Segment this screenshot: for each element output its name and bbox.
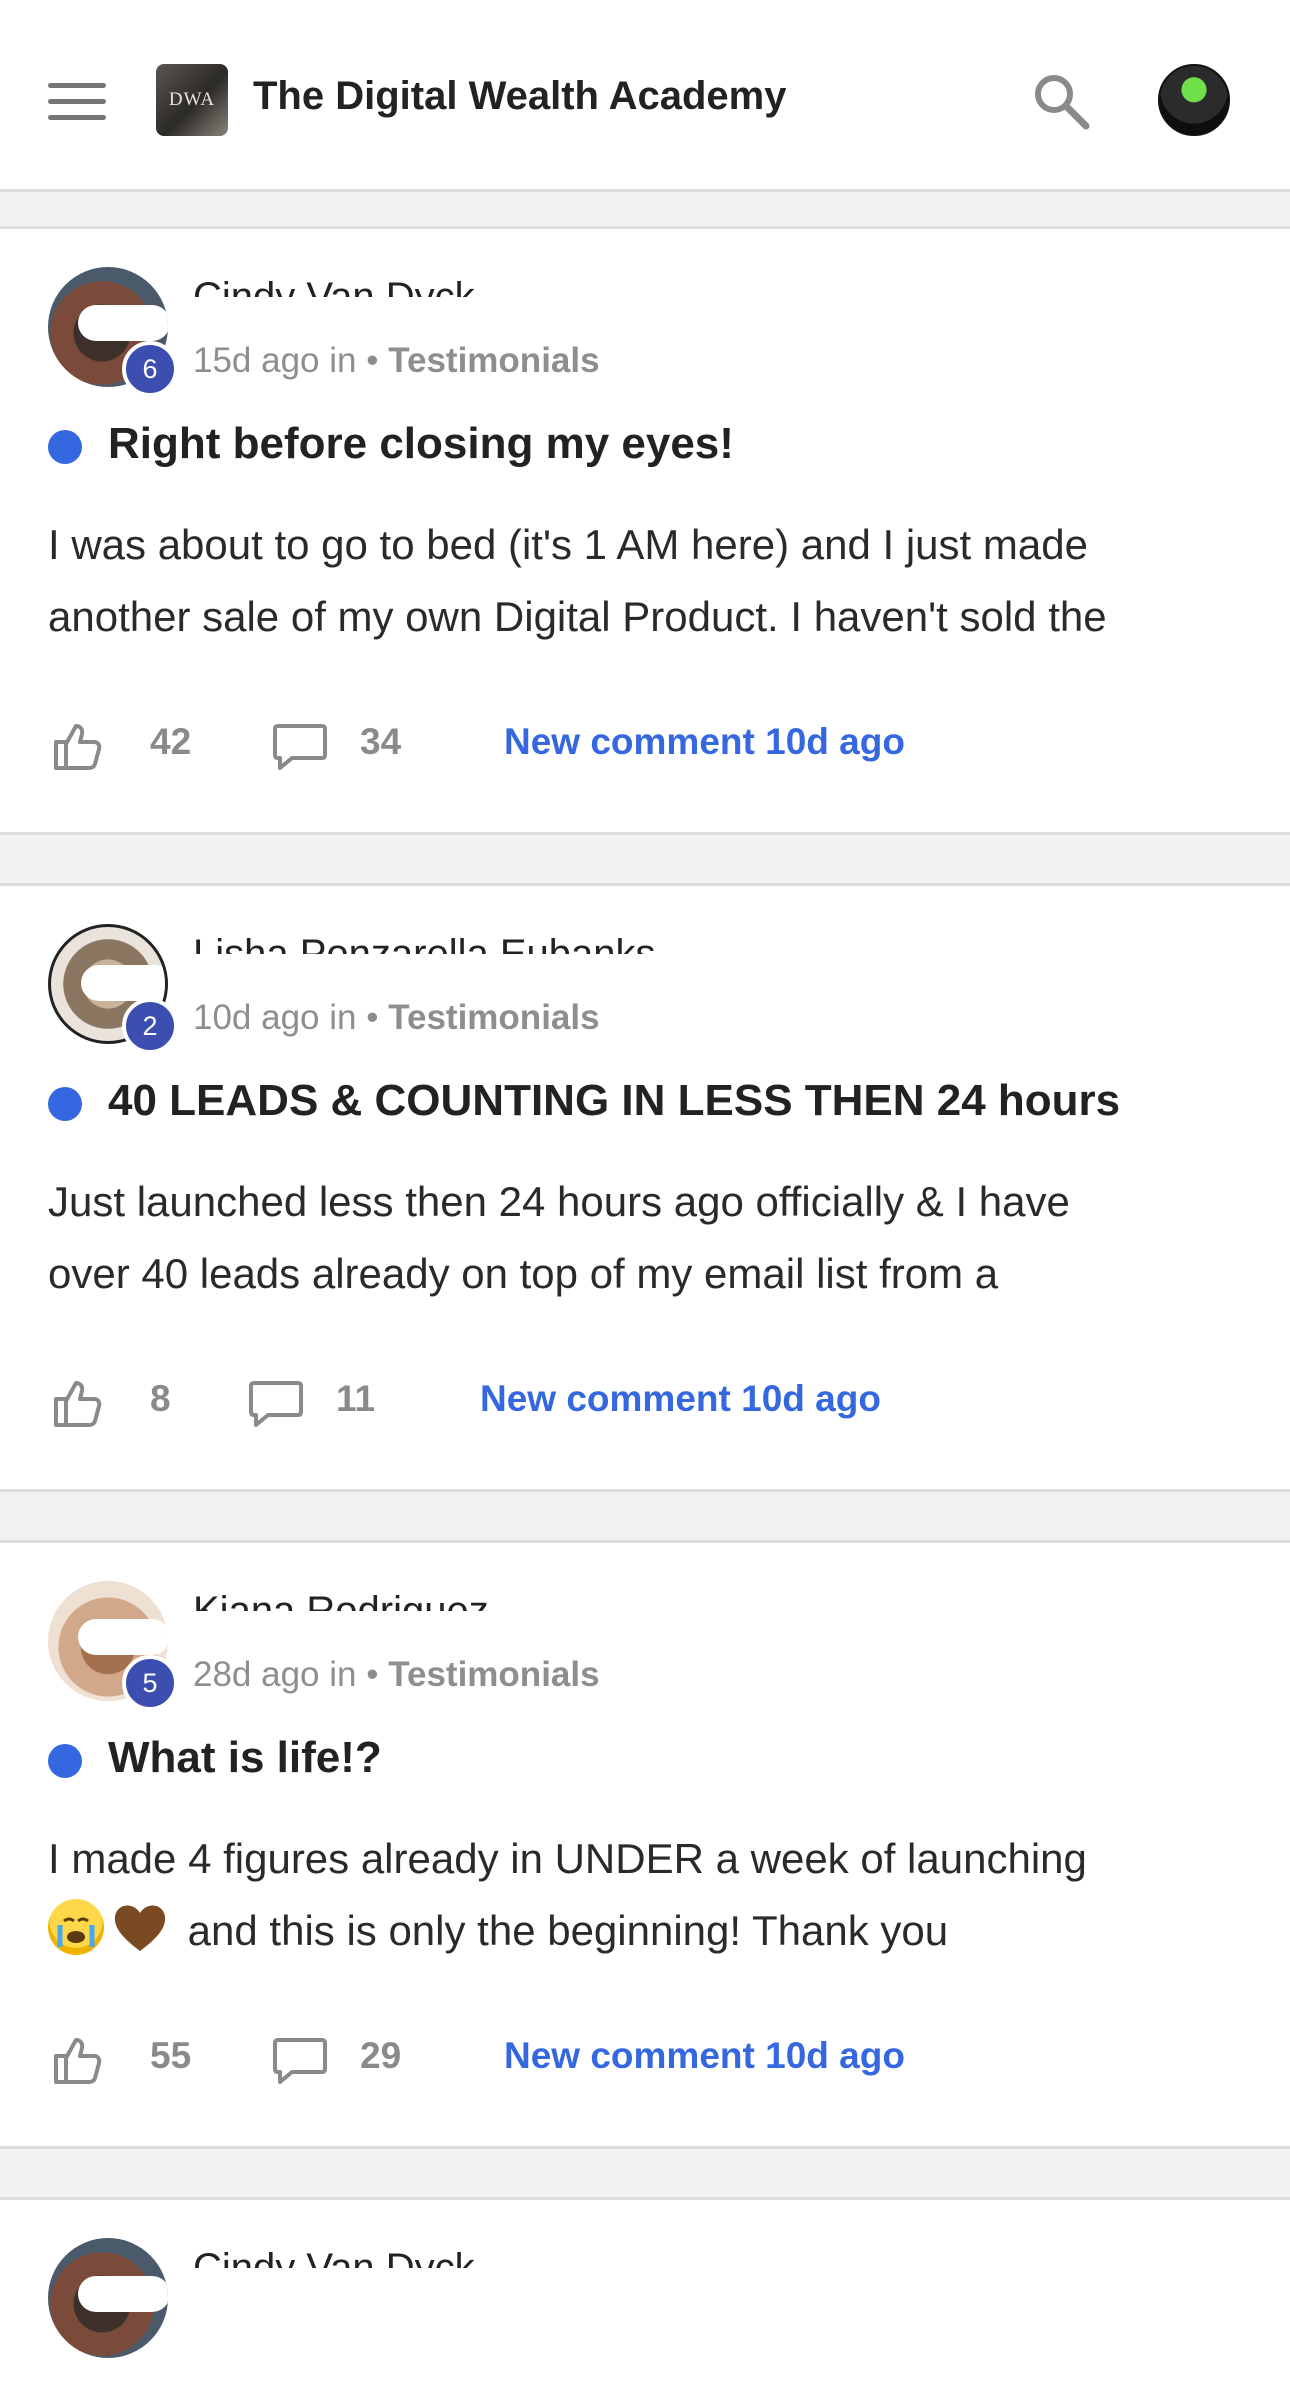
search-icon[interactable] (1030, 70, 1092, 132)
post-meta: 15d ago in • Testimonials (193, 341, 600, 381)
separator: • (366, 998, 379, 1037)
level-badge: 5 (122, 1655, 178, 1711)
category-link[interactable]: Testimonials (388, 998, 599, 1037)
post-time: 10d ago in (193, 998, 357, 1037)
like-count: 42 (150, 721, 192, 762)
menu-icon[interactable] (48, 83, 106, 121)
category-link[interactable]: Testimonials (388, 1655, 599, 1694)
post-card[interactable]: Cindy Van Dyck (0, 2197, 1290, 2397)
unread-indicator (48, 1087, 82, 1121)
post-meta: 10d ago in • Testimonials (193, 998, 600, 1038)
author-name[interactable]: Cindy Van Dyck (193, 267, 475, 297)
post-excerpt-line: another sale of my own Digital Product. … (48, 593, 1107, 640)
community-logo[interactable]: DWA (156, 64, 228, 136)
comment-count: 34 (360, 721, 402, 762)
post-title[interactable]: Right before closing my eyes! (108, 419, 734, 469)
post-excerpt-line: and this is only the beginning! Thank yo… (48, 1895, 1248, 1967)
post-card[interactable]: 5 Kiana Rodriguez 28d ago in • Testimoni… (0, 1540, 1290, 2149)
post-time: 28d ago in (193, 1655, 357, 1694)
level-badge: 2 (122, 998, 178, 1054)
brown-heart-emoji (110, 1899, 170, 1955)
unread-indicator (48, 430, 82, 464)
post-excerpt-text: and this is only the beginning! Thank yo… (187, 1907, 949, 1954)
post-card[interactable]: 6 Cindy Van Dyck 15d ago in • Testimonia… (0, 226, 1290, 835)
author-name[interactable]: Cindy Van Dyck (193, 2238, 475, 2268)
post-excerpt[interactable]: Just launched less then 24 hours ago off… (48, 1166, 1248, 1310)
new-comment-link[interactable]: New comment 10d ago (504, 721, 905, 763)
community-title[interactable]: The Digital Wealth Academy (253, 74, 786, 119)
crying-face-emoji (48, 1899, 104, 1955)
separator: • (366, 1655, 379, 1694)
like-icon[interactable] (50, 718, 106, 774)
post-card[interactable]: 2 Lisha Ponzarella Eubanks 10d ago in • … (0, 883, 1290, 1492)
post-excerpt[interactable]: I made 4 figures already in UNDER a week… (48, 1823, 1248, 1967)
like-count: 8 (150, 1378, 171, 1419)
like-count: 55 (150, 2035, 192, 2076)
like-icon[interactable] (50, 2032, 106, 2088)
like-icon[interactable] (50, 1375, 106, 1431)
author-name[interactable]: Lisha Ponzarella Eubanks (193, 924, 656, 954)
post-title[interactable]: 40 LEADS & COUNTING IN LESS THEN 24 hour… (108, 1076, 1120, 1126)
post-excerpt-line: Just launched less then 24 hours ago off… (48, 1178, 1070, 1225)
post-title[interactable]: What is life!? (108, 1733, 382, 1783)
post-excerpt-line: I made 4 figures already in UNDER a week… (48, 1835, 1087, 1882)
category-link[interactable]: Testimonials (388, 341, 599, 380)
post-excerpt-line: I was about to go to bed (it's 1 AM here… (48, 521, 1088, 568)
comment-count: 11 (336, 1378, 376, 1419)
post-excerpt[interactable]: I was about to go to bed (it's 1 AM here… (48, 509, 1248, 653)
author-avatar[interactable] (48, 2238, 168, 2358)
comment-icon[interactable] (272, 718, 328, 774)
post-time: 15d ago in (193, 341, 357, 380)
comment-icon[interactable] (272, 2032, 328, 2088)
new-comment-link[interactable]: New comment 10d ago (480, 1378, 881, 1420)
top-app-bar: DWA The Digital Wealth Academy (0, 0, 1290, 192)
post-excerpt-line: over 40 leads already on top of my email… (48, 1250, 999, 1297)
level-badge: 6 (122, 341, 178, 397)
comment-count: 29 (360, 2035, 402, 2076)
user-avatar[interactable] (1158, 64, 1230, 136)
comment-icon[interactable] (248, 1375, 304, 1431)
post-meta: 28d ago in • Testimonials (193, 1655, 600, 1695)
unread-indicator (48, 1744, 82, 1778)
new-comment-link[interactable]: New comment 10d ago (504, 2035, 905, 2077)
author-name[interactable]: Kiana Rodriguez (193, 1581, 489, 1611)
separator: • (366, 341, 379, 380)
